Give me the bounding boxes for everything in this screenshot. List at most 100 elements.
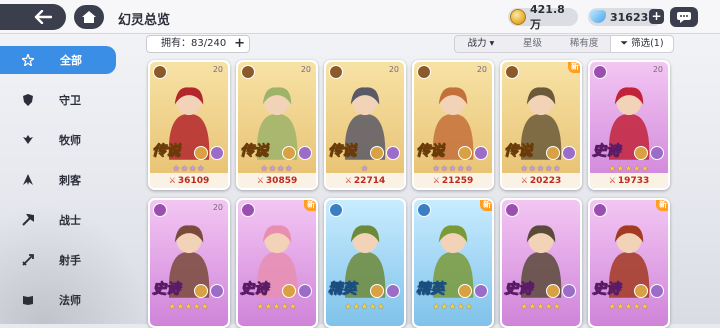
hero-card[interactable]: 20 传说 ★★★★36109: [148, 60, 230, 190]
element-icon: [282, 284, 296, 298]
element-icon: [194, 284, 208, 298]
sidebar-item-guardian[interactable]: 守卫: [0, 80, 120, 120]
book-icon: [23, 296, 33, 305]
sidebar-item-label: 守卫: [59, 94, 81, 107]
faction-icon: [650, 146, 664, 160]
hero-card[interactable]: 新史诗 ★★★★★: [236, 198, 318, 328]
owned-count-text: 拥有：83/240: [161, 38, 227, 49]
arrow-icon: [22, 254, 34, 266]
sidebar-item-assassin[interactable]: 刺客: [0, 160, 120, 200]
hero-card[interactable]: 20 史诗 ★★★★★19733: [588, 60, 670, 190]
new-badge: 新: [568, 62, 580, 73]
class-sidebar: 全部 守卫 牧师 刺客 战士 射手 法师: [0, 46, 120, 320]
shield-icon: [23, 94, 33, 106]
faction-icon: [562, 146, 576, 160]
filter-button[interactable]: ⏷ 筛选(1): [610, 36, 674, 52]
axe-icon: [22, 214, 34, 226]
expand-slots-button[interactable]: +: [234, 36, 245, 52]
class-badge-icon: [417, 65, 431, 79]
rarity-label: 史诗: [592, 281, 621, 298]
rarity-label: 史诗: [240, 281, 269, 298]
hero-card[interactable]: 2新史诗★★★★★: [588, 198, 670, 328]
hero-level: 20: [212, 203, 223, 212]
element-icon: [370, 146, 384, 160]
filter-icon: ⏷: [620, 38, 629, 49]
gold-coin-icon: [510, 9, 526, 25]
sidebar-item-label: 全部: [60, 54, 82, 67]
hero-card[interactable]: 20 传说 ★★★★30859: [236, 60, 318, 190]
class-badge-icon: [593, 203, 607, 217]
element-icon: [546, 284, 560, 298]
class-badge-icon: [241, 65, 255, 79]
sidebar-item-all[interactable]: 全部: [0, 46, 116, 74]
rarity-label: 传说: [416, 143, 445, 160]
chat-button[interactable]: [670, 7, 698, 27]
wings-icon: [23, 135, 33, 144]
power-value: 30859: [238, 173, 316, 188]
back-arrow-icon: [34, 10, 52, 24]
back-button[interactable]: [0, 4, 66, 30]
rarity-label: 传说: [328, 143, 357, 160]
hero-card[interactable]: 新传说 ★★★★★20223: [500, 60, 582, 190]
faction-icon: [474, 146, 488, 160]
sidebar-item-priest[interactable]: 牧师: [0, 120, 120, 160]
rarity-label: 传说: [240, 143, 269, 160]
element-icon: [458, 284, 472, 298]
faction-icon: [650, 284, 664, 298]
sidebar-item-label: 刺客: [59, 174, 81, 187]
class-badge-icon: [329, 203, 343, 217]
chat-icon: [677, 12, 691, 23]
hero-card[interactable]: 精英 ★★★★★: [324, 198, 406, 328]
top-bar: 幻灵总览 421.8万 31623 +: [0, 0, 720, 34]
star-rating: ★★★★: [172, 164, 206, 173]
hero-card[interactable]: 20 传说★22714: [324, 60, 406, 190]
new-badge: 新: [480, 200, 492, 211]
hero-level: 20: [652, 65, 663, 74]
hero-card[interactable]: 史诗 ★★★★★: [500, 198, 582, 328]
add-gems-button[interactable]: +: [649, 9, 664, 24]
sort-by-rarity-button[interactable]: 稀有度: [558, 36, 610, 52]
gem-amount: 31623: [610, 10, 649, 24]
sort-by-power-button[interactable]: 战力 ▾: [455, 36, 507, 52]
rarity-label: 精英: [328, 281, 357, 298]
power-value: 20223: [502, 173, 580, 188]
sidebar-item-warrior[interactable]: 战士: [0, 200, 120, 240]
hero-card[interactable]: 20 史诗 ★★★★★: [148, 198, 230, 328]
hero-card[interactable]: 20 传说 ★★★★★21259: [412, 60, 494, 190]
rarity-label: 传说: [152, 143, 181, 160]
filter-label: 筛选(1): [631, 38, 664, 49]
sort-by-star-button[interactable]: 星级: [507, 36, 559, 52]
gem-icon: [590, 10, 606, 23]
rarity-label: 史诗: [592, 143, 621, 160]
rarity-label: 史诗: [504, 281, 533, 298]
star-rating: ★★★★★: [344, 302, 386, 311]
element-icon: [458, 146, 472, 160]
star-rating: ★★★★: [260, 164, 294, 173]
hero-level: 20: [476, 65, 487, 74]
power-value: 36109: [150, 173, 228, 188]
star-rating: ★★★★★: [520, 302, 562, 311]
class-badge-icon: [153, 65, 167, 79]
element-icon: [634, 146, 648, 160]
star-rating: ★★★★★: [432, 302, 474, 311]
hero-card[interactable]: 新精英 ★★★★★: [412, 198, 494, 328]
sort-filter-bar: 战力 ▾ 星级 稀有度 ⏷ 筛选(1): [454, 35, 674, 53]
faction-icon: [298, 146, 312, 160]
hero-level: 20: [300, 65, 311, 74]
class-badge-icon: [329, 65, 343, 79]
faction-icon: [474, 284, 488, 298]
sidebar-item-label: 射手: [59, 254, 81, 267]
gold-amount: 421.8万: [530, 2, 565, 31]
class-badge-icon: [153, 203, 167, 217]
sidebar-item-mage[interactable]: 法师: [0, 280, 120, 320]
class-badge-icon: [417, 203, 431, 217]
element-icon: [194, 146, 208, 160]
star-rating: ★★★★★: [608, 164, 650, 173]
home-button[interactable]: [74, 5, 104, 29]
power-value: 22714: [326, 173, 404, 188]
element-icon: [370, 284, 384, 298]
rarity-label: 传说: [504, 143, 533, 160]
sidebar-item-archer[interactable]: 射手: [0, 240, 120, 280]
gold-counter: 421.8万: [508, 3, 578, 31]
faction-icon: [298, 284, 312, 298]
